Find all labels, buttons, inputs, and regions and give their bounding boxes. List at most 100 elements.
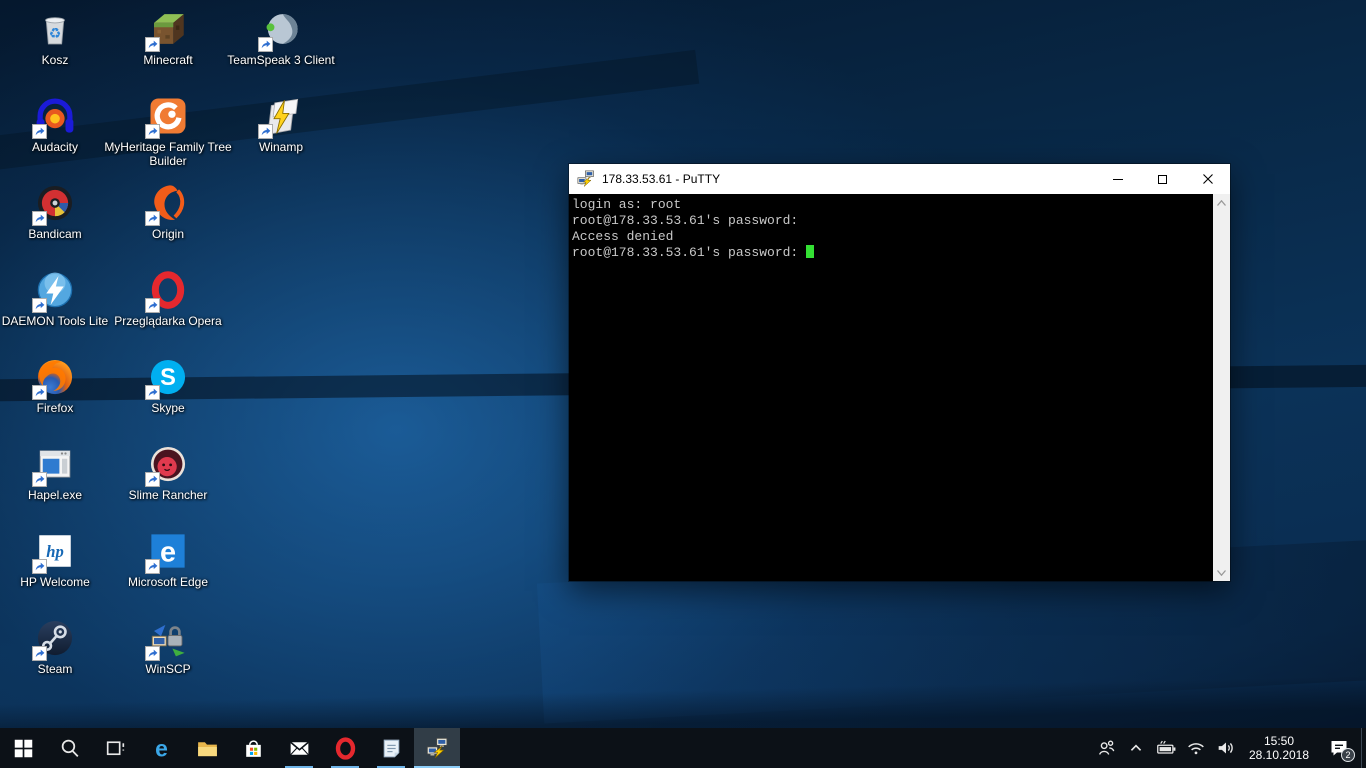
teamspeak-icon (260, 8, 302, 50)
desktop-icon-steam[interactable]: Steam (17, 617, 93, 676)
desktop[interactable]: ♻Kosz Minecraft TeamSpeak 3 Client Audacity… (0, 0, 1366, 768)
scroll-down-button[interactable] (1213, 564, 1230, 581)
terminal-line: root@178.33.53.61's password: (572, 213, 1211, 229)
terminal-line: root@178.33.53.61's password: (572, 245, 1211, 261)
shortcut-arrow-icon (32, 211, 47, 226)
tray-network-button[interactable] (1181, 728, 1211, 768)
explorer-icon (195, 736, 220, 761)
desktop-icon-label: Przeglądarka Opera (102, 314, 234, 328)
taskbar-edge-button[interactable]: e (138, 728, 184, 768)
putty-window: 178.33.53.61 - PuTTY login as: rootroot@… (569, 164, 1230, 581)
taskbar-mail-button[interactable] (276, 728, 322, 768)
store-icon (241, 736, 266, 761)
putty-titlebar[interactable]: 178.33.53.61 - PuTTY (569, 164, 1230, 194)
desktop-icon-myheritage[interactable]: MyHeritage Family Tree Builder (130, 95, 206, 168)
desktop-icon-slime[interactable]: Slime Rancher (130, 443, 206, 502)
clock-time: 15:50 (1243, 734, 1315, 748)
desktop-icon-bandicam[interactable]: Bandicam (17, 182, 93, 241)
shortcut-arrow-icon (145, 559, 160, 574)
winamp-icon (260, 95, 302, 137)
desktop-icon-hapel[interactable]: Hapel.exe (17, 443, 93, 502)
app-window-icon (34, 443, 76, 485)
firefox-icon (34, 356, 76, 398)
desktop-icon-winscp[interactable]: WinSCP (130, 617, 206, 676)
shortcut-arrow-icon (145, 472, 160, 487)
desktop-icon-edge[interactable]: eMicrosoft Edge (130, 530, 206, 589)
desktop-icon-skype[interactable]: SSkype (130, 356, 206, 415)
origin-icon (147, 182, 189, 224)
mail-icon (287, 736, 312, 761)
show-desktop-button[interactable] (1361, 728, 1366, 768)
shortcut-arrow-icon (32, 298, 47, 313)
minecraft-icon (147, 8, 189, 50)
desktop-icon-label: Origin (102, 227, 234, 241)
task-view-icon (103, 736, 128, 761)
shortcut-arrow-icon (145, 298, 160, 313)
minimize-button[interactable] (1095, 164, 1140, 194)
svg-text:♻: ♻ (49, 26, 62, 42)
shortcut-arrow-icon (32, 646, 47, 661)
terminal-output[interactable]: login as: rootroot@178.33.53.61's passwo… (569, 194, 1213, 581)
desktop-icon-audacity[interactable]: Audacity (17, 95, 93, 154)
desktop-icon-minecraft[interactable]: Minecraft (130, 8, 206, 67)
start-icon (11, 736, 36, 761)
taskbar-notepad-button[interactable] (368, 728, 414, 768)
maximize-button[interactable] (1140, 164, 1185, 194)
notepad-icon (379, 736, 404, 761)
taskbar-task-view-button[interactable] (92, 728, 138, 768)
scroll-up-button[interactable] (1213, 194, 1230, 211)
tray-icons (1091, 728, 1241, 768)
desktop-icon-label: Slime Rancher (102, 488, 234, 502)
shortcut-arrow-icon (145, 37, 160, 52)
skype-icon: S (147, 356, 189, 398)
shortcut-arrow-icon (32, 385, 47, 400)
taskbar-store-button[interactable] (230, 728, 276, 768)
taskbar-start-button[interactable] (0, 728, 46, 768)
desktop-icon-opera[interactable]: Przeglądarka Opera (130, 269, 206, 328)
desktop-icon-origin[interactable]: Origin (130, 182, 206, 241)
desktop-icon-kosz[interactable]: ♻Kosz (17, 8, 93, 67)
action-center-button[interactable]: 2 (1317, 728, 1361, 768)
svg-text:e: e (160, 537, 176, 569)
desktop-icon-label: TeamSpeak 3 Client (215, 53, 347, 67)
myheritage-icon (147, 95, 189, 137)
terminal-cursor (806, 245, 814, 258)
edge-square-icon: e (147, 530, 189, 572)
taskbar-search-button[interactable] (46, 728, 92, 768)
close-button[interactable] (1185, 164, 1230, 194)
taskbar-file-explorer-button[interactable] (184, 728, 230, 768)
desktop-icon-teamspeak[interactable]: TeamSpeak 3 Client (243, 8, 319, 67)
taskbar-clock[interactable]: 15:50 28.10.2018 (1241, 734, 1317, 762)
tray-battery-button[interactable] (1151, 728, 1181, 768)
steam-icon (34, 617, 76, 659)
minimize-icon (1113, 179, 1123, 180)
desktop-icon-daemon[interactable]: DAEMON Tools Lite (17, 269, 93, 328)
system-tray: 15:50 28.10.2018 2 (1091, 728, 1366, 768)
window-controls (1095, 164, 1230, 194)
tray-tray-expand-button[interactable] (1121, 728, 1151, 768)
desktop-icon-label: Microsoft Edge (102, 575, 234, 589)
desktop-icon-firefox[interactable]: Firefox (17, 356, 93, 415)
putty-app-icon (576, 169, 596, 189)
shortcut-arrow-icon (32, 559, 47, 574)
chevron-up-icon (1217, 200, 1226, 206)
window-title: 178.33.53.61 - PuTTY (602, 172, 1095, 186)
notification-badge: 2 (1341, 748, 1355, 762)
putty-icon (425, 736, 450, 761)
taskbar: e 15:50 28.10.2018 2 (0, 728, 1366, 768)
terminal[interactable]: login as: rootroot@178.33.53.61's passwo… (569, 194, 1230, 581)
audacity-icon (34, 95, 76, 137)
taskbar-putty-button[interactable] (414, 728, 460, 768)
search-icon (57, 736, 82, 761)
shortcut-arrow-icon (145, 211, 160, 226)
desktop-icon-winamp[interactable]: Winamp (243, 95, 319, 154)
terminal-scrollbar[interactable] (1213, 194, 1230, 581)
tray-people-button[interactable] (1091, 728, 1121, 768)
clock-date: 28.10.2018 (1243, 748, 1315, 762)
recycle-bin-icon: ♻ (34, 8, 76, 50)
volume-icon (1215, 737, 1237, 759)
desktop-icon-label: Winamp (215, 140, 347, 154)
taskbar-opera-button[interactable] (322, 728, 368, 768)
desktop-icon-hp[interactable]: hpHP Welcome (17, 530, 93, 589)
tray-volume-button[interactable] (1211, 728, 1241, 768)
